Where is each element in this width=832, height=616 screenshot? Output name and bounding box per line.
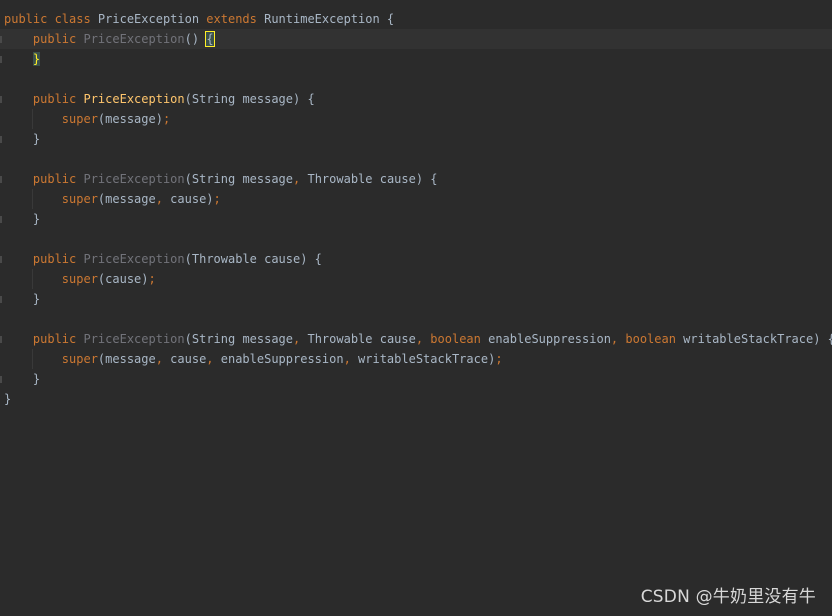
code-token: (Throwable cause) {: [184, 252, 322, 266]
code-line[interactable]: }: [0, 389, 832, 409]
fold-marker[interactable]: [0, 216, 2, 223]
code-token: boolean: [625, 332, 684, 346]
code-area[interactable]: public class PriceException extends Runt…: [0, 9, 832, 409]
code-token: Throwable cause: [307, 332, 416, 346]
code-token: (String message) {: [184, 92, 315, 106]
code-token: Throwable cause) {: [307, 172, 438, 186]
indent-guide: [32, 189, 33, 209]
fold-marker[interactable]: [0, 36, 2, 43]
code-token: public: [4, 32, 84, 46]
code-token: PriceException: [83, 32, 185, 46]
fold-marker[interactable]: [0, 96, 2, 103]
code-token: ;: [213, 192, 221, 206]
code-token: public: [4, 172, 84, 186]
code-token: public: [4, 92, 84, 106]
code-token: (String message: [184, 332, 294, 346]
fold-marker[interactable]: [0, 56, 2, 63]
code-line[interactable]: }: [0, 129, 832, 149]
code-editor[interactable]: public class PriceException extends Runt…: [0, 0, 832, 616]
code-token: super: [4, 112, 98, 126]
code-line[interactable]: [0, 229, 832, 249]
code-line[interactable]: public PriceException(String message, Th…: [0, 329, 832, 349]
code-line[interactable]: public PriceException(String message) {: [0, 89, 832, 109]
code-token: public: [4, 332, 84, 346]
code-line[interactable]: public PriceException() {: [0, 29, 832, 49]
code-line[interactable]: super(cause);: [0, 269, 832, 289]
text-caret: [213, 31, 215, 45]
code-token: }: [4, 212, 41, 226]
code-token: (message: [97, 352, 156, 366]
code-token: public: [4, 252, 84, 266]
code-token: ,: [343, 352, 359, 366]
code-token: writableStackTrace): [358, 352, 496, 366]
code-token: cause): [170, 192, 214, 206]
code-line[interactable]: }: [0, 49, 832, 69]
code-token: (message): [97, 112, 163, 126]
code-token: {: [205, 31, 215, 47]
code-token: super: [4, 272, 98, 286]
code-line[interactable]: public PriceException(Throwable cause) {: [0, 249, 832, 269]
code-token: ,: [206, 352, 221, 366]
code-token: enableSuppression: [488, 332, 611, 346]
fold-marker[interactable]: [0, 376, 2, 383]
code-token: boolean: [430, 332, 489, 346]
fold-marker[interactable]: [0, 336, 2, 343]
indent-guide: [32, 349, 33, 369]
code-line[interactable]: }: [0, 289, 832, 309]
code-token: RuntimeException {: [264, 12, 395, 26]
code-token: super: [4, 192, 98, 206]
code-token: ,: [293, 332, 308, 346]
code-token: }: [4, 132, 41, 146]
code-token: ;: [495, 352, 503, 366]
fold-marker[interactable]: [0, 296, 2, 303]
code-token: extends: [206, 12, 265, 26]
code-token: PriceException: [83, 252, 185, 266]
code-token: public class: [4, 12, 98, 26]
code-line[interactable]: }: [0, 369, 832, 389]
code-token: ;: [148, 272, 156, 286]
code-line[interactable]: super(message, cause);: [0, 189, 832, 209]
code-token: }: [4, 372, 41, 386]
code-line[interactable]: [0, 149, 832, 169]
code-token: cause: [170, 352, 207, 366]
code-token: PriceException: [97, 12, 207, 26]
code-token: PriceException: [83, 172, 185, 186]
code-token: ,: [155, 192, 171, 206]
fold-marker[interactable]: [0, 176, 2, 183]
code-token: ;: [162, 112, 171, 126]
code-token: (cause): [97, 272, 149, 286]
code-line[interactable]: super(message, cause, enableSuppression,…: [0, 349, 832, 369]
watermark: CSDN @牛奶里没有牛: [640, 587, 816, 607]
code-token: enableSuppression: [220, 352, 344, 366]
code-line[interactable]: [0, 69, 832, 89]
indent-guide: [32, 109, 33, 129]
code-token: super: [4, 352, 98, 366]
code-token: }: [4, 292, 41, 306]
code-token: (): [184, 32, 207, 46]
indent-guide: [32, 269, 33, 289]
code-token: ,: [155, 352, 171, 366]
code-token: }: [4, 392, 12, 406]
code-token: (String message: [184, 172, 294, 186]
code-line[interactable]: public PriceException(String message, Th…: [0, 169, 832, 189]
code-token: ,: [610, 332, 626, 346]
fold-marker[interactable]: [0, 256, 2, 263]
fold-marker[interactable]: [0, 136, 2, 143]
code-line[interactable]: }: [0, 209, 832, 229]
code-line[interactable]: public class PriceException extends Runt…: [0, 9, 832, 29]
code-token: PriceException: [83, 332, 185, 346]
code-token: }: [32, 52, 41, 66]
code-token: ,: [293, 172, 308, 186]
code-token: writableStackTrace) {: [683, 332, 832, 346]
code-token: PriceException: [83, 92, 185, 106]
code-line[interactable]: super(message);: [0, 109, 832, 129]
code-token: ,: [415, 332, 431, 346]
code-line[interactable]: [0, 309, 832, 329]
code-token: (message: [97, 192, 156, 206]
